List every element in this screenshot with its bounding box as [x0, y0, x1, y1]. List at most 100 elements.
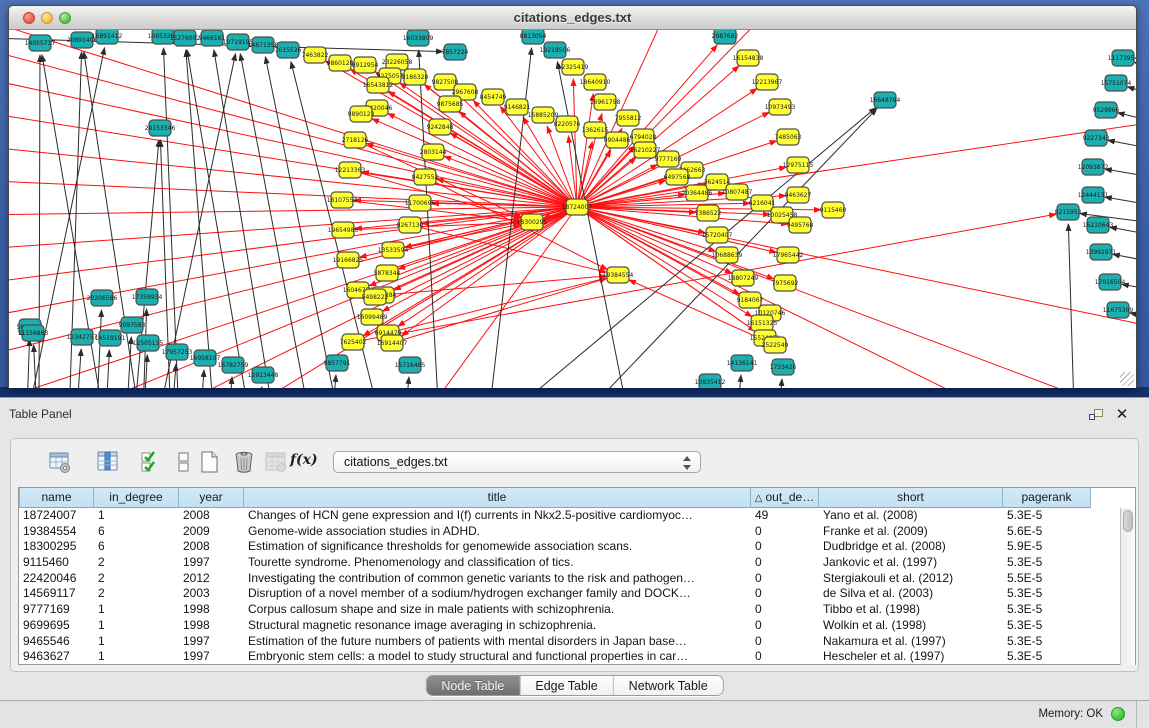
network-node[interactable]: 16210643 — [1083, 217, 1114, 233]
network-node[interactable]: 13533594 — [378, 242, 409, 258]
network-node[interactable]: 18724007 — [562, 199, 593, 215]
citation-edge-black[interactable] — [1134, 62, 1136, 75]
citation-edge-black[interactable] — [1110, 227, 1136, 238]
network-node[interactable]: 8186328 — [402, 69, 429, 85]
network-node[interactable]: 1733426 — [770, 359, 797, 375]
network-node[interactable]: 7463822 — [302, 47, 329, 63]
citation-edge-red[interactable] — [388, 278, 606, 333]
tab-edge-table[interactable]: Edge Table — [520, 676, 613, 695]
network-canvas[interactable]: 1872400718300295193845547463822986012889… — [9, 30, 1136, 388]
network-node[interactable]: 12093872 — [1078, 159, 1109, 175]
network-node[interactable]: 7485063 — [775, 129, 802, 145]
function-builder-icon[interactable]: f(x) — [290, 452, 324, 468]
network-node[interactable]: 16151325 — [747, 315, 778, 331]
network-node[interactable]: 1362615 — [582, 122, 609, 138]
tab-network-table[interactable]: Network Table — [614, 676, 723, 695]
network-node[interactable]: 7955812 — [615, 110, 642, 126]
column-header-year[interactable]: year — [179, 488, 244, 508]
network-node[interactable]: 9904486 — [604, 132, 631, 148]
close-panel-icon[interactable]: ✕ — [1113, 406, 1131, 424]
network-node[interactable]: 9227343 — [1083, 130, 1110, 146]
network-node[interactable]: 15276002 — [170, 30, 201, 46]
network-node[interactable]: 17359934 — [132, 289, 163, 305]
network-node[interactable]: 14519191 — [95, 330, 126, 346]
citation-edge-black[interactable] — [229, 377, 232, 388]
citation-edge-black[interactable] — [186, 50, 214, 388]
table-row[interactable]: 1938455462009Genome-wide association stu… — [19, 524, 1120, 540]
network-node[interactable]: 18107554 — [327, 192, 358, 208]
network-node[interactable]: 17965442 — [773, 247, 804, 263]
network-node[interactable]: 16033809 — [403, 30, 434, 46]
network-node[interactable]: 9466161 — [199, 30, 226, 46]
network-node[interactable]: 19218506 — [540, 42, 571, 58]
column-header-title[interactable]: title — [244, 488, 751, 508]
network-node[interactable]: 12342757 — [67, 329, 98, 345]
show-columns-icon[interactable] — [96, 450, 120, 474]
network-node[interactable]: 12213967 — [752, 74, 783, 90]
citation-edge-black[interactable] — [201, 370, 204, 388]
network-node[interactable]: 11156863 — [18, 325, 49, 341]
citation-edge-black[interactable] — [333, 375, 336, 388]
column-header-short[interactable]: short — [819, 488, 1003, 508]
table-row[interactable]: 1830029562008Estimation of significance … — [19, 539, 1120, 555]
table-row[interactable]: 911546021997Tourette syndrome. Phenomeno… — [19, 555, 1120, 571]
network-node[interactable]: 19166825 — [333, 252, 364, 268]
citation-edge-black[interactable] — [172, 364, 176, 388]
network-node[interactable]: 8267130 — [397, 217, 424, 233]
window-titlebar[interactable]: citations_edges.txt — [9, 6, 1136, 30]
network-node[interactable]: 14136141 — [727, 355, 758, 371]
column-header-out_de[interactable]: △out_de… — [751, 488, 819, 508]
network-node[interactable]: 12325419 — [558, 59, 589, 75]
edit-columns-icon[interactable] — [140, 450, 164, 474]
network-node[interactable]: 10688639 — [712, 247, 743, 263]
memory-status-icon[interactable] — [1111, 707, 1125, 721]
citation-edge-black[interactable] — [738, 375, 741, 388]
citation-edge-black[interactable] — [1130, 313, 1136, 322]
network-node[interactable]: 10973493 — [765, 99, 796, 115]
network-node[interactable]: 18807249 — [728, 270, 759, 286]
window-resize-grip-icon[interactable] — [1120, 372, 1134, 386]
table-vertical-scrollbar[interactable] — [1120, 508, 1135, 665]
table-settings-icon[interactable] — [48, 450, 72, 474]
row-options-icon[interactable] — [172, 450, 196, 474]
network-node[interactable]: 15720407 — [702, 227, 733, 243]
network-node[interactable]: 17957253 — [162, 344, 193, 360]
citation-edge-black[interactable] — [1118, 113, 1136, 125]
citation-edge-black[interactable] — [1105, 169, 1136, 180]
column-header-pagerank[interactable]: pagerank — [1003, 488, 1091, 508]
network-node[interactable]: 8215953 — [1055, 204, 1082, 220]
network-node[interactable]: 2803144 — [420, 144, 447, 160]
tab-node-table[interactable]: Node Table — [426, 676, 520, 695]
network-node[interactable]: 6497568 — [664, 169, 691, 185]
citation-edge-red[interactable] — [372, 119, 577, 207]
table-row[interactable]: 977716911998Corpus callosum shape and si… — [19, 602, 1120, 618]
network-node[interactable]: 16648784 — [870, 92, 901, 108]
network-node[interactable]: 15716485 — [395, 357, 426, 373]
column-header-name[interactable]: name — [19, 488, 94, 508]
new-table-icon[interactable] — [198, 450, 222, 474]
network-node[interactable]: 9529966 — [1093, 102, 1120, 118]
network-node[interactable]: 11675309 — [1103, 302, 1134, 318]
citation-edge-black[interactable] — [214, 50, 274, 388]
network-node[interactable]: 9463627 — [785, 187, 812, 203]
network-node[interactable]: 9242848 — [427, 119, 454, 135]
network-node[interactable]: 9890123 — [348, 106, 375, 122]
network-node[interactable]: 9097583 — [119, 317, 146, 333]
network-node[interactable]: 14055717 — [25, 35, 56, 51]
network-node[interactable]: 16154838 — [733, 50, 764, 66]
citation-edge-black[interactable] — [1108, 140, 1136, 152]
network-node[interactable]: 15751074 — [1101, 75, 1132, 91]
network-node[interactable]: 11173954 — [1108, 50, 1136, 66]
network-graph[interactable]: 1872400718300295193845547463822986012889… — [9, 30, 1136, 388]
network-node[interactable]: 9184067 — [737, 292, 764, 308]
citation-edge-red[interactable] — [398, 207, 577, 326]
network-node[interactable]: 16891412 — [92, 30, 123, 44]
network-node[interactable]: 17016504 — [1095, 274, 1126, 290]
network-node[interactable]: 5498222 — [362, 289, 389, 305]
network-node[interactable]: 7615526 — [275, 42, 302, 58]
network-node[interactable]: 7625402 — [340, 334, 367, 350]
network-node[interactable]: 10807487 — [722, 184, 753, 200]
citation-edge-red[interactable] — [392, 278, 607, 343]
network-node[interactable]: 12505135 — [133, 335, 164, 351]
network-node[interactable]: 7975692 — [772, 275, 799, 291]
